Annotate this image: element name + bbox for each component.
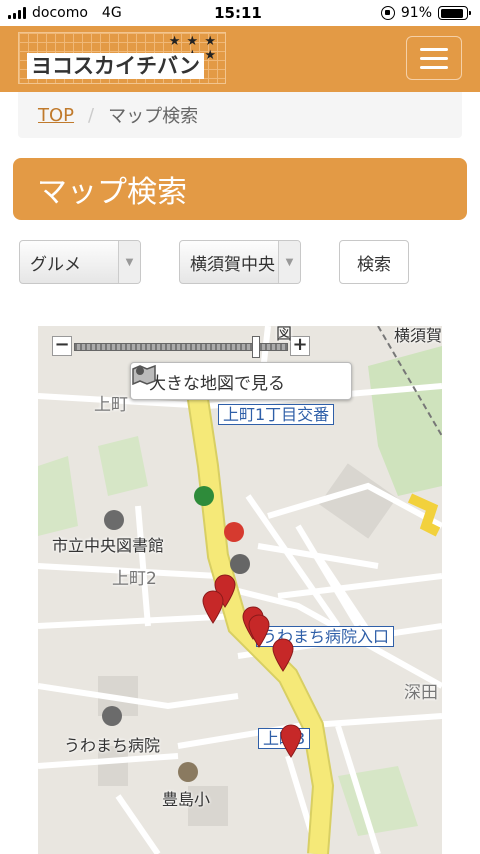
map-label-uwamachi-hospital: うわまち病院 (64, 736, 161, 755)
zoom-control: − + (52, 336, 310, 358)
status-bar: docomo 4G 15:11 91% (0, 0, 480, 26)
clock: 15:11 (214, 4, 262, 22)
map-label-top-small: 図 (276, 326, 293, 343)
map-pin-marker[interactable] (248, 614, 270, 648)
hamburger-menu-button[interactable] (406, 36, 462, 80)
view-large-map-button[interactable]: 大きな地図で見る (130, 362, 352, 400)
hospital-icon (102, 706, 122, 726)
battery-percent: 91% (400, 5, 432, 21)
area-select[interactable]: 横須賀中央 ▼ (179, 240, 301, 284)
map-label-kamimachi1-koban: 上町1丁目交番 (218, 404, 335, 425)
carrier: docomo (32, 5, 88, 21)
site-logo[interactable]: ★ ★ ★★ ★ ヨコスカイチバン (18, 32, 226, 84)
search-form: グルメ ▼ 横須賀中央 ▼ 検索 (0, 240, 480, 284)
map-label-kamimachi2: 上町2 (112, 569, 157, 589)
category-select[interactable]: グルメ ▼ (19, 240, 141, 284)
logo-text: ヨコスカイチバン (27, 53, 205, 79)
breadcrumb: TOP / マップ検索 (18, 92, 462, 138)
chevron-down-icon: ▼ (118, 241, 140, 283)
breadcrumb-current: マップ検索 (108, 106, 199, 127)
map-view[interactable]: − + 大きな地図で見る 横須賀 図 上町 上町1丁目交番 市立中央図書館 上町… (38, 326, 442, 854)
signal-icon (8, 7, 26, 19)
zoom-out-button[interactable]: − (52, 336, 72, 356)
area-select-value: 横須賀中央 (190, 254, 275, 275)
breadcrumb-separator: / (88, 104, 95, 126)
chevron-down-icon: ▼ (278, 241, 300, 283)
map-icon (132, 364, 156, 385)
map-label-library: 市立中央図書館 (52, 536, 165, 555)
convenience-store-icon (194, 486, 214, 506)
category-select-value: グルメ (30, 254, 81, 275)
bank-icon (230, 554, 250, 574)
rotation-lock-icon (380, 6, 395, 20)
map-label-toyoshima-school: 豊島小 (162, 790, 211, 809)
zoom-in-button[interactable]: + (290, 336, 310, 356)
school-icon (178, 762, 198, 782)
breadcrumb-home-link[interactable]: TOP (38, 105, 74, 126)
hamburger-icon (420, 47, 448, 51)
battery-icon (438, 6, 471, 20)
map-label-kamimachi: 上町 (94, 395, 128, 415)
search-button[interactable]: 検索 (339, 240, 409, 284)
post-office-icon (224, 522, 244, 542)
view-large-map-label: 大きな地図で見る (149, 373, 285, 394)
map-label-yokosuka: 横須賀 (394, 326, 442, 345)
library-icon (104, 510, 124, 530)
zoom-slider-handle[interactable] (252, 336, 260, 358)
site-header: ★ ★ ★★ ★ ヨコスカイチバン (0, 26, 480, 92)
map-pin-marker[interactable] (280, 724, 302, 758)
map-label-fukada: 深田 (404, 683, 438, 703)
page-title: マップ検索 (13, 158, 467, 220)
network-type: 4G (101, 5, 122, 21)
map-pin-marker[interactable] (272, 638, 294, 672)
map-pin-marker[interactable] (202, 590, 224, 624)
